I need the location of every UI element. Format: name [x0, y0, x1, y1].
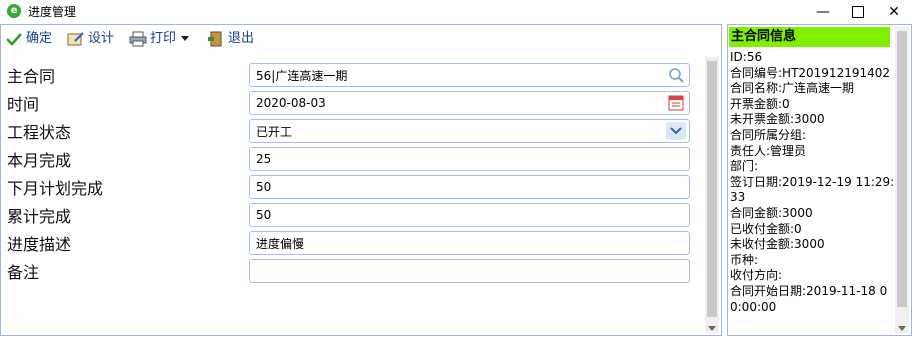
exit-button[interactable]: 退出: [207, 30, 254, 48]
field-label: 工程状态: [7, 123, 72, 142]
field-input[interactable]: [249, 259, 690, 283]
scroll-down-arrow-icon[interactable]: [898, 326, 906, 331]
confirm-button[interactable]: 确定: [5, 30, 52, 48]
confirm-label: 确定: [26, 31, 53, 46]
info-line: 合同金额:3000: [730, 205, 813, 220]
form-row: 备注: [1, 256, 701, 284]
maximize-button[interactable]: [840, 0, 876, 24]
field-label: 备注: [7, 263, 40, 282]
info-line: 部门:: [730, 159, 759, 174]
info-line: 合同所属分组:: [730, 127, 807, 142]
info-line: 收付方向:: [730, 268, 783, 283]
form-row: 工程状态: [1, 116, 701, 144]
form-row: 本月完成: [1, 144, 701, 172]
info-lines: ID:56 合同编号:HT201912191402 合同名称:广连高速一期 开票金额:…: [730, 50, 896, 315]
form-row: 进度描述: [1, 228, 701, 256]
form-row: 时间: [1, 88, 701, 116]
scroll-down-arrow-icon[interactable]: [708, 326, 716, 331]
design-label: 设计: [88, 31, 115, 46]
calendar-icon[interactable]: [665, 94, 687, 112]
info-line: 合同开始日期:2019-11-18 00:00:00: [730, 283, 888, 314]
info-line: 开票金额:0: [730, 96, 790, 111]
info-line: 签订日期:2019-12-19 11:29:33: [730, 174, 895, 205]
info-line: 合同编号:HT201912191402: [730, 65, 891, 80]
form-scrollbar[interactable]: [705, 57, 719, 333]
field-input[interactable]: [249, 119, 690, 143]
field-input[interactable]: [249, 231, 690, 255]
exit-door-icon: [208, 31, 222, 46]
field-input[interactable]: [249, 91, 690, 115]
field-input[interactable]: [249, 147, 690, 171]
title-bar: e 进度管理 — ✕: [0, 0, 912, 24]
info-line: 币种:: [730, 252, 759, 267]
info-line: ID:56: [730, 50, 763, 64]
exit-label: 退出: [228, 31, 255, 46]
field-input[interactable]: [249, 63, 690, 87]
checkmark-icon: [6, 32, 22, 46]
scrollbar-thumb[interactable]: [897, 31, 907, 307]
window-title: 进度管理: [28, 5, 77, 19]
maximize-icon: [852, 6, 864, 18]
print-label: 打印: [150, 31, 177, 46]
form-row: 累计完成: [1, 200, 701, 228]
dropdown-arrow-icon[interactable]: [181, 36, 190, 41]
design-button[interactable]: 设计: [67, 30, 114, 48]
form-row: 主合同: [1, 60, 701, 88]
info-scrollbar[interactable]: [895, 27, 909, 333]
design-icon: [67, 31, 84, 45]
contract-info-panel: 主合同信息 ID:56 合同编号:HT201912191402 合同名称:广连高速一…: [727, 24, 912, 336]
printer-icon: [129, 31, 147, 46]
toolbar: 确定 设计 打印 退出: [1, 25, 721, 53]
info-line: 责任人:管理员: [730, 143, 807, 158]
app-icon: e: [7, 4, 21, 18]
field-label: 时间: [7, 95, 40, 114]
field-input[interactable]: [249, 175, 690, 199]
field-input[interactable]: [249, 203, 690, 227]
info-line: 未收付金额:3000: [730, 237, 825, 252]
search-icon[interactable]: [665, 66, 687, 84]
field-label: 主合同: [7, 67, 56, 86]
form-row: 下月计划完成: [1, 172, 701, 200]
close-button[interactable]: ✕: [876, 0, 912, 24]
minimize-button[interactable]: —: [805, 0, 841, 24]
info-header: 主合同信息: [729, 27, 890, 47]
info-line: 未开票金额:3000: [730, 112, 825, 127]
info-line: 已收付金额:0: [730, 221, 802, 236]
field-label: 进度描述: [7, 235, 72, 254]
info-line: 合同名称:广连高速一期: [730, 81, 855, 96]
field-label: 累计完成: [7, 207, 72, 226]
field-label: 下月计划完成: [7, 179, 104, 198]
scrollbar-thumb[interactable]: [707, 61, 717, 317]
print-button[interactable]: 打印: [129, 30, 190, 48]
field-label: 本月完成: [7, 151, 72, 170]
chevron-down-icon[interactable]: [665, 122, 687, 140]
form-panel: 确定 设计 打印 退出 主合同时间工程状态本月完成下月计划完成累计完成进度描述备…: [0, 24, 722, 336]
